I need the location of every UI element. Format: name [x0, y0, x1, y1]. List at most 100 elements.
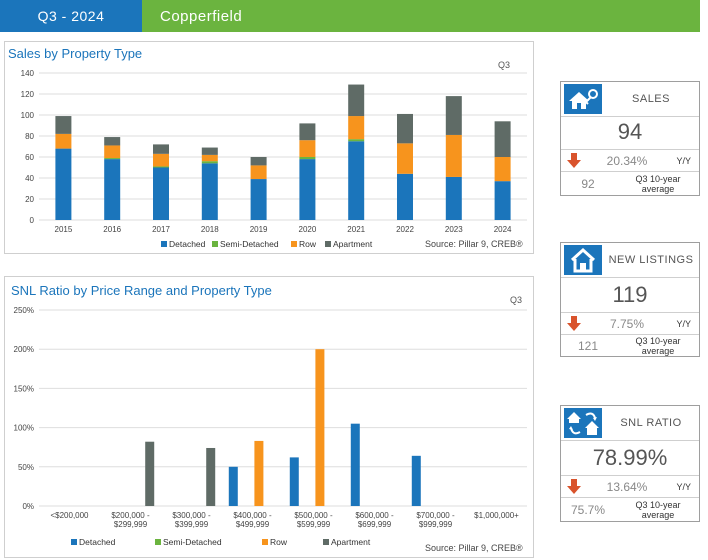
y-tick-label: 100% [14, 424, 34, 433]
house-icon [564, 245, 602, 275]
x-tick-label: 2016 [103, 225, 121, 234]
sales-card-change-row: 20.34% Y/Y [561, 149, 699, 172]
snl-ratio-card-average-row: 75.7% Q3 10-year average [561, 497, 699, 522]
x-tick-label: 2015 [55, 225, 73, 234]
bar-apartment [201, 147, 218, 155]
x-tick-label: $699,999 [358, 520, 392, 529]
sales-card-ten-year-label: Q3 10-year average [621, 174, 695, 194]
bar-detached [289, 457, 299, 506]
y-tick-label: 60 [25, 153, 34, 162]
legend-label-apartment: Apartment [331, 537, 371, 547]
bar-detached [104, 159, 121, 220]
snl-ratio-card-label: SNL RATIO [620, 417, 682, 429]
new-listings-card-average-row: 121 Q3 10-year average [561, 334, 699, 357]
sales-chart-source: Source: Pillar 9, CREB® [425, 239, 523, 249]
new-listings-card-ten-year-value: 121 [577, 339, 599, 353]
new-listings-card-ten-year-label: Q3 10-year average [621, 336, 695, 356]
sales-card-value: 94 [617, 119, 643, 144]
bar-apartment [153, 144, 169, 154]
period-banner: Q3 - 2024 [0, 0, 142, 32]
y-tick-label: 140 [21, 69, 35, 78]
x-tick-label: $400,000 - [233, 511, 272, 520]
snl-chart-source: Source: Pillar 9, CREB® [425, 543, 523, 553]
legend-swatch-detached [161, 241, 167, 247]
x-tick-label: 2020 [299, 225, 317, 234]
ten-year-label-line1: Q3 10-year [635, 174, 681, 184]
y-tick-label: 120 [21, 90, 35, 99]
y-tick-label: 100 [21, 111, 35, 120]
y-tick-label: 200% [14, 345, 34, 354]
legend-swatch-semi-detached [212, 241, 218, 247]
bar-row [494, 157, 511, 182]
bar-apartment [206, 447, 216, 506]
new-listings-card-value: 119 [612, 282, 648, 307]
ten-year-label-line2: average [641, 184, 675, 194]
x-tick-label: 2023 [445, 225, 463, 234]
sales-chart-panel: Sales by Property Type Q3 0 20 40 60 80 100 12… [4, 41, 534, 254]
bar-semi-detached [153, 166, 169, 168]
bar-semi-detached [299, 157, 316, 160]
ten-year-label-line2: average [641, 510, 675, 520]
x-tick-label: 2019 [250, 225, 268, 234]
bar-apartment [348, 84, 365, 117]
snl-ratio-card-ten-year-value: 75.7% [570, 503, 606, 517]
bar-row [445, 134, 462, 177]
x-tick-label: 2024 [494, 225, 512, 234]
x-tick-label: 2022 [396, 225, 414, 234]
bar-row [397, 143, 413, 174]
bar-semi-detached [104, 158, 121, 160]
period-label: Q3 - 2024 [37, 8, 105, 24]
bar-detached [153, 167, 169, 220]
x-tick-label: 2021 [347, 225, 365, 234]
down-arrow-icon [567, 316, 581, 331]
ten-year-label-line2: average [641, 346, 675, 356]
bar-semi-detached [201, 161, 218, 164]
y-tick-label: 150% [14, 384, 34, 393]
legend-label-detached: Detached [79, 537, 116, 547]
legend-swatch-apartment [325, 241, 331, 247]
snl-ratio-card-change: 13.64% [606, 480, 648, 494]
y-tick-label: 20 [25, 195, 34, 204]
legend-label-row: Row [299, 239, 317, 249]
x-tick-label: $700,000 - [416, 511, 455, 520]
legend-swatch-apartment [323, 539, 329, 545]
bar-apartment [104, 137, 121, 146]
bar-detached [397, 173, 413, 220]
legend-label-semi-detached: Semi-Detached [163, 537, 222, 547]
bar-row [250, 165, 267, 180]
x-tick-label: $999,999 [419, 520, 453, 529]
houses-exchange-icon [564, 408, 602, 438]
bar-apartment [55, 116, 72, 134]
bar-detached [445, 176, 462, 220]
x-tick-label: <$200,000 [50, 511, 89, 520]
x-tick-label: $200,000 - [111, 511, 150, 520]
bar-detached [350, 423, 360, 506]
new-listings-card-yy: Y/Y [676, 319, 691, 329]
snl-chart-panel: SNL Ratio by Price Range and Property Ty… [4, 276, 534, 558]
bar-detached [348, 141, 365, 220]
bar-detached [411, 455, 421, 506]
bar-apartment [445, 96, 462, 135]
new-listings-card: NEW LISTINGS 119 7.75% Y/Y 121 Q3 10-yea… [560, 242, 700, 357]
ten-year-label-line1: Q3 10-year [635, 500, 681, 510]
bar-semi-detached [348, 139, 365, 142]
sales-card: SALES 94 20.34% Y/Y 92 Q3 10-year average [560, 81, 700, 196]
legend-label-semi-detached: Semi-Detached [220, 239, 279, 249]
snl-ratio-card-change-row: 13.64% Y/Y [561, 475, 699, 498]
bar-row [55, 133, 72, 149]
bar-row [254, 440, 264, 506]
snl-ratio-card-value: 78.99% [592, 445, 668, 470]
bar-row [348, 116, 365, 140]
new-listings-card-label: NEW LISTINGS [608, 254, 694, 266]
bar-detached [55, 148, 72, 220]
legend-swatch-row [262, 539, 268, 545]
sales-card-label: SALES [632, 93, 670, 105]
down-arrow-icon [567, 153, 581, 168]
sales-card-average-row: 92 Q3 10-year average [561, 171, 699, 196]
bar-detached [299, 159, 316, 220]
legend-label-row: Row [270, 537, 288, 547]
snl-ratio-card-header: SNL RATIO [561, 406, 699, 441]
y-tick-label: 80 [25, 132, 34, 141]
x-tick-label: $599,999 [297, 520, 331, 529]
area-label: Copperfield [160, 7, 243, 25]
